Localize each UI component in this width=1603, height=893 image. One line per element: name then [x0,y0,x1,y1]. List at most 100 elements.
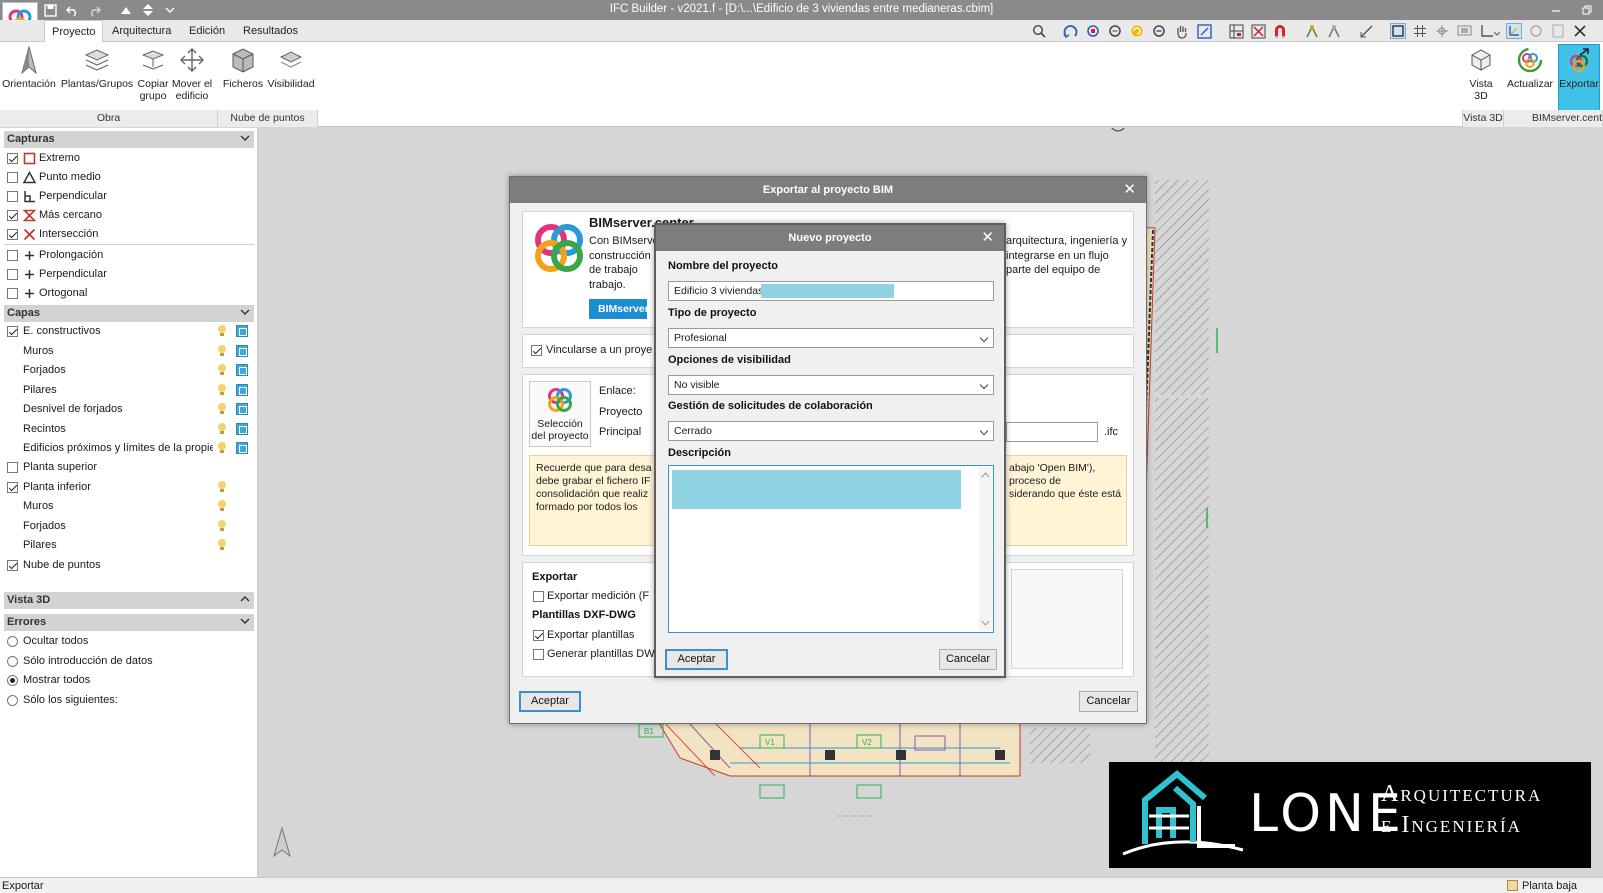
new-project-accept-button[interactable]: Aceptar [665,649,728,670]
exportar-button[interactable]: Exportar [1558,44,1600,111]
layer-color-icon[interactable] [236,364,248,376]
layer-color-icon[interactable] [236,442,248,454]
capturas-section-header[interactable]: Capturas [4,131,254,148]
checkbox[interactable] [7,191,18,202]
radio[interactable] [7,636,18,647]
layer-pilares[interactable]: Pilares [0,381,256,400]
tab-proyecto[interactable]: Proyecto [44,20,104,43]
magnet-icon[interactable] [1272,23,1288,39]
bulb-icon[interactable] [216,363,228,377]
sheet-icon[interactable] [1550,23,1566,39]
minimize-icon[interactable] [1547,1,1565,19]
ortho-icon[interactable] [1478,23,1500,39]
link-project-checkbox[interactable] [531,345,542,356]
mover-edificio-button[interactable]: Mover el edificio [170,45,214,117]
bulb-icon[interactable] [216,441,228,455]
checkbox[interactable] [7,560,18,571]
layer-planta-inferior[interactable]: Planta inferior [0,478,256,497]
layer-color-icon[interactable] [236,325,248,337]
orientacion-button[interactable]: Orientación [2,45,56,117]
project-selection-button[interactable]: Selección del proyecto [529,381,591,447]
layer-forjados[interactable]: Forjados [0,361,256,380]
checkbox[interactable] [7,482,18,493]
layer-inf-pilares[interactable]: Pilares [0,536,256,555]
export-measure-checkbox[interactable] [533,591,544,602]
rotate-icon[interactable] [1528,23,1544,39]
radio[interactable] [7,675,18,686]
axis-icon[interactable] [1506,23,1522,39]
close-view-icon[interactable] [1572,23,1588,39]
measure-icon[interactable] [1358,23,1374,39]
collab-select[interactable]: Cerrado [668,421,994,441]
layer-color-icon[interactable] [236,384,248,396]
copiar-grupo-button[interactable]: Copiar grupo [134,45,172,117]
layer-color-icon[interactable] [236,423,248,435]
snap-interseccion[interactable]: Intersección [0,225,256,244]
errors-solo-siguientes[interactable]: Sólo los siguientes: [0,691,256,710]
checkbox[interactable] [7,172,18,183]
snap-punto-medio[interactable]: Punto medio [0,168,256,187]
restore-icon[interactable] [1578,1,1596,19]
capas-section-header[interactable]: Capas [4,305,254,322]
close-icon[interactable]: ✕ [1123,177,1136,203]
close-icon[interactable]: ✕ [981,225,994,251]
vista-3d-button[interactable]: Vista 3D [1464,45,1498,117]
bulb-icon[interactable] [216,519,228,533]
description-textarea[interactable] [668,465,994,633]
radio[interactable] [7,695,18,706]
snap-tool-icon[interactable] [1304,23,1320,39]
view-orbit-icon[interactable] [1062,23,1078,39]
checkbox[interactable] [7,153,18,164]
search-icon[interactable] [1031,23,1047,39]
generate-dwg-checkbox[interactable] [533,649,544,660]
layer-recintos[interactable]: Recintos [0,420,256,439]
target-icon[interactable] [1434,23,1450,39]
principal-file-input[interactable] [1006,422,1098,442]
errors-ocultar-todos[interactable]: Ocultar todos [0,632,256,651]
errors-solo-introduccion[interactable]: Sólo introducción de datos [0,652,256,671]
zoom-previous-icon[interactable] [1196,23,1212,39]
checkbox[interactable] [7,288,18,299]
zoom-out-icon[interactable] [1151,23,1167,39]
description-scrollbar[interactable] [979,467,992,631]
scroll-up-icon[interactable] [979,470,992,480]
layer-color-icon[interactable] [236,345,248,357]
layer-e-constructivos[interactable]: E. constructivos [0,322,256,341]
errors-mostrar-todos[interactable]: Mostrar todos [0,671,256,690]
snap-extremo[interactable]: Extremo [0,149,256,168]
bulb-icon[interactable] [216,499,228,513]
bulb-icon[interactable] [216,324,228,338]
layer-inf-forjados[interactable]: Forjados [0,517,256,536]
radio[interactable] [7,656,18,667]
bulb-icon[interactable] [216,422,228,436]
vista-3d-section-header[interactable]: Vista 3D [4,592,254,609]
errores-section-header[interactable]: Errores [4,614,254,631]
snap-perpendicular[interactable]: Perpendicular [0,187,256,206]
actualizar-button[interactable]: Actualizar [1506,45,1554,117]
grid-icon[interactable] [1412,23,1428,39]
layer-edificios-proximos[interactable]: Edificios próximos y límites de la propi… [0,439,256,458]
tab-arquitectura[interactable]: Arquitectura [105,20,178,42]
bulb-icon[interactable] [216,344,228,358]
bimserver-link-button[interactable]: BIMserver [589,299,649,319]
snap-mas-cercano[interactable]: Más cercano [0,206,256,225]
ficheros-button[interactable]: Ficheros [220,45,266,117]
checkbox[interactable] [7,326,18,337]
checkbox[interactable] [7,269,18,280]
snap-ortogonal[interactable]: Ortogonal [0,284,256,303]
visibilidad-button[interactable]: Visibilidad [265,45,317,117]
layer-inf-muros[interactable]: Muros [0,497,256,516]
layers-red-icon[interactable] [1250,23,1266,39]
export-cancel-button[interactable]: Cancelar [1079,691,1138,712]
checkbox[interactable] [7,250,18,261]
export-templates-checkbox[interactable] [533,630,544,641]
snap-tool-2-icon[interactable] [1326,23,1342,39]
checkbox[interactable] [7,229,18,240]
layer-muros[interactable]: Muros [0,342,256,361]
checkbox[interactable] [7,210,18,221]
display-icon[interactable] [1456,23,1472,39]
bulb-icon[interactable] [216,402,228,416]
bulb-icon[interactable] [216,383,228,397]
tab-resultados[interactable]: Resultados [236,20,305,42]
layer-desnivel[interactable]: Desnivel de forjados [0,400,256,419]
